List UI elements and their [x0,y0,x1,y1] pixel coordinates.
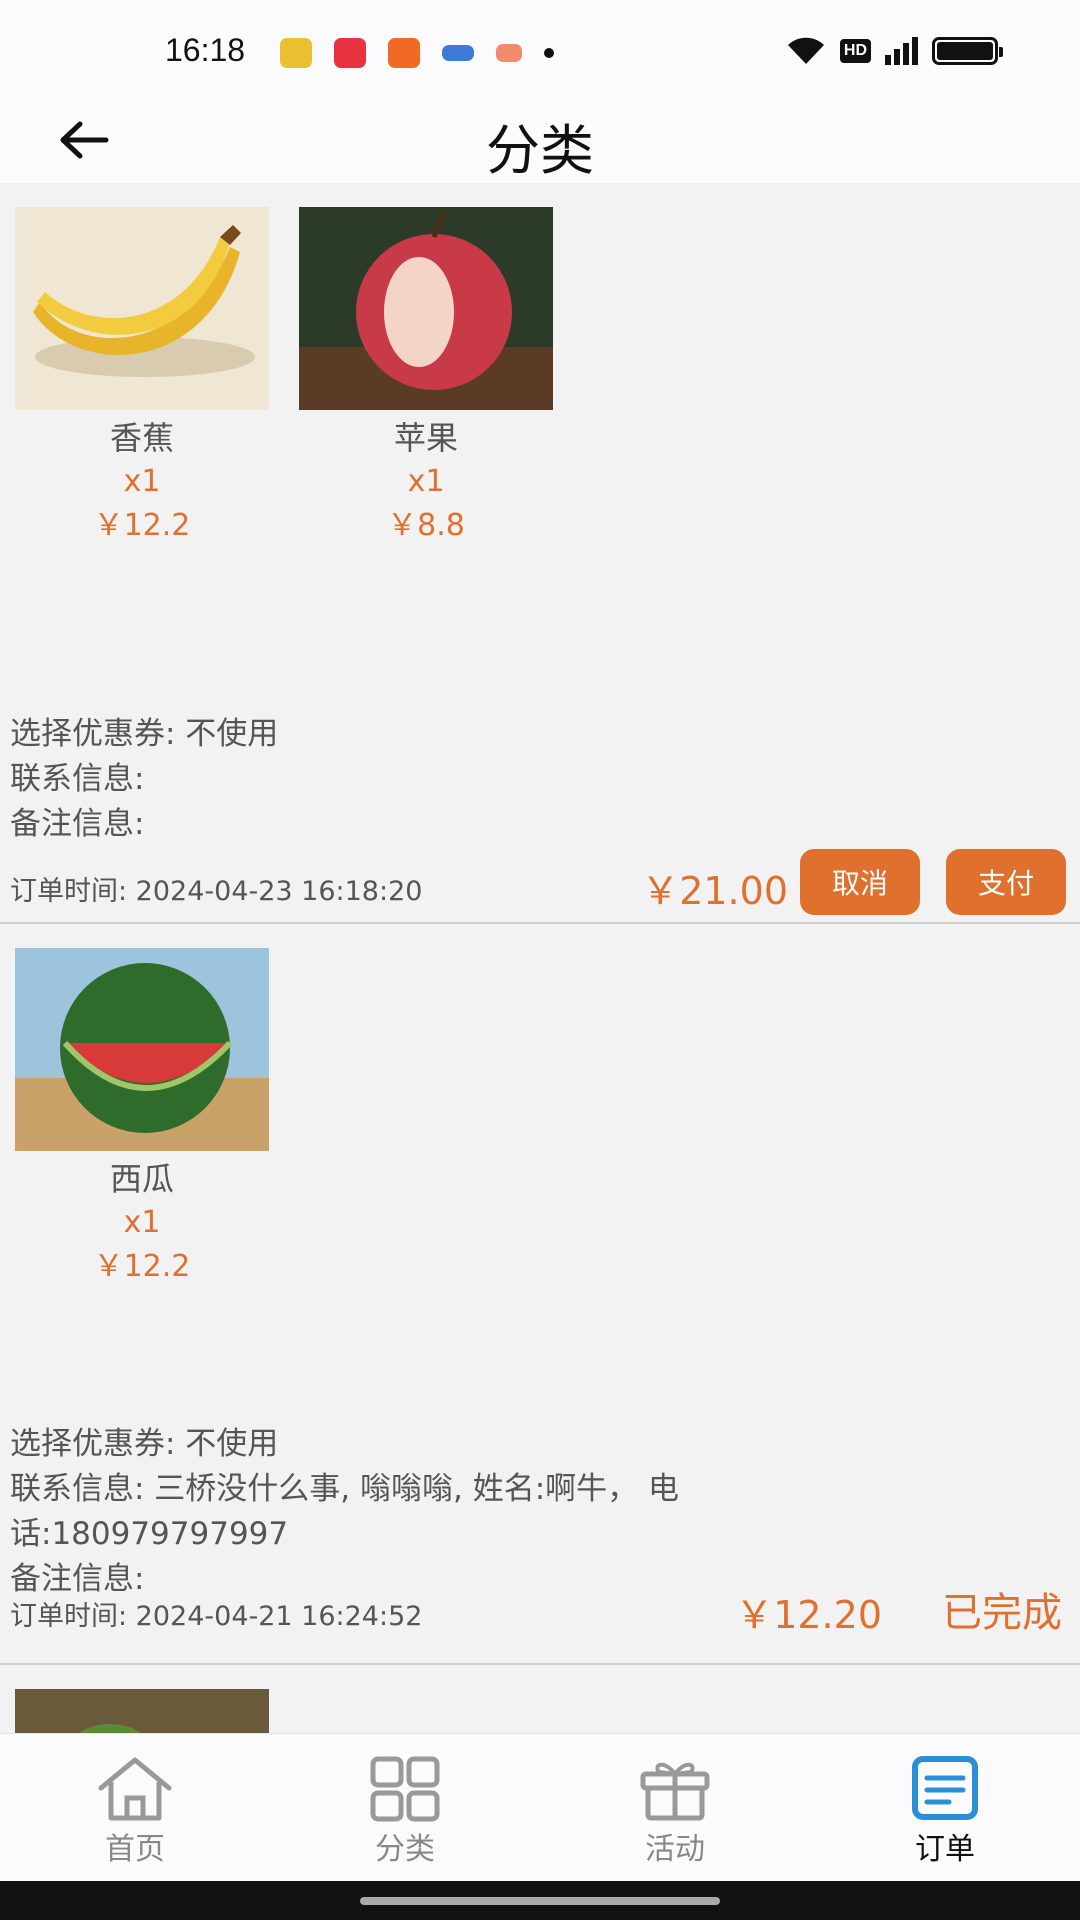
order-info: 选择优惠券: 不使用 联系信息: 备注信息: [10,712,870,847]
app-notification-icon [334,38,366,68]
nav-label: 首页 [105,1832,165,1867]
nav-item-category[interactable]: 分类 [270,1734,540,1881]
nav-label: 分类 [375,1832,435,1867]
contact-info: 联系信息: 三桥没什么事, 嗡嗡嗡, 姓名:啊牛， 电话:18097979799… [10,1471,680,1552]
app-notification-icon [280,38,312,68]
grid-icon [365,1756,445,1822]
order-list[interactable]: 香蕉 x1 ￥12.2 苹果 x1 ￥8.8 选择优惠券: 不使用 联系信息: [0,183,1080,1733]
app-notification-icon [496,44,522,62]
pay-button[interactable]: 支付 [946,849,1066,915]
nav-item-orders[interactable]: 订单 [810,1734,1080,1881]
watermelon-image [15,948,269,1151]
order-total: ￥21.00 [641,869,788,913]
product-quantity: x1 [123,1205,161,1240]
app-header: 分类 [0,100,1080,183]
order-card: 香蕉 x1 ￥12.2 苹果 x1 ￥8.8 选择优惠券: 不使用 联系信息: [0,183,1080,924]
product-price: ￥12.2 [93,508,191,543]
order-status: 已完成 [942,1590,1062,1636]
app-notification-icon [442,45,474,61]
product-image [15,1689,269,1733]
product-quantity: x1 [123,464,161,499]
home-icon [95,1756,175,1822]
notification-icons [280,38,554,68]
status-time: 16:18 [165,32,246,68]
product-name: 香蕉 [109,419,174,457]
status-bar: 16:18 HD [0,0,1080,100]
order-products: 香蕉 x1 ￥12.2 苹果 x1 ￥8.8 [15,207,553,548]
gesture-handle[interactable] [360,1897,720,1905]
hd-badge: HD [839,39,871,63]
nav-label: 订单 [915,1832,975,1867]
cancel-button[interactable]: 取消 [800,849,920,915]
nav-item-activity[interactable]: 活动 [540,1734,810,1881]
signal-icon [885,37,918,65]
order-info: 选择优惠券: 不使用 联系信息: 三桥没什么事, 嗡嗡嗡, 姓名:啊牛， 电话:… [10,1422,870,1602]
wifi-icon [786,36,826,66]
banana-image [15,207,269,410]
battery-icon [932,37,1003,65]
gesture-bar [0,1881,1080,1920]
more-notifications-icon [544,48,554,58]
coupon-info: 选择优惠券: 不使用 [10,716,279,752]
order-card: 西瓜 x1 ￥12.2 选择优惠券: 不使用 联系信息: 三桥没什么事, 嗡嗡嗡… [0,924,1080,1665]
order-products: 西瓜 x1 ￥12.2 [15,948,269,1289]
product-item[interactable]: 西瓜 x1 ￥12.2 [15,948,269,1289]
product-quantity: x1 [407,464,445,499]
app-notification-icon [388,38,420,68]
gift-icon [635,1756,715,1822]
product-item[interactable]: 香蕉 x1 ￥12.2 [15,207,269,548]
nav-label: 活动 [645,1832,705,1867]
system-icons: HD [786,36,1003,66]
order-total: ￥12.20 [735,1593,882,1637]
order-time: 订单时间: 2024-04-23 16:18:20 [10,876,423,907]
product-price: ￥12.2 [93,1249,191,1284]
order-card [0,1665,1080,1733]
order-time: 订单时间: 2024-04-21 16:24:52 [10,1601,423,1632]
order-icon [905,1756,985,1822]
product-price: ￥8.8 [387,508,465,543]
apple-image [299,207,553,410]
bottom-navigation: 首页 分类 活动 订单 [0,1733,1080,1881]
page-title: 分类 [486,119,594,182]
coupon-info: 选择优惠券: 不使用 [10,1426,279,1462]
contact-info: 联系信息: [10,761,145,797]
product-name: 西瓜 [109,1160,174,1198]
product-name: 苹果 [393,419,458,457]
remark-info: 备注信息: [10,806,145,842]
product-item[interactable]: 苹果 x1 ￥8.8 [299,207,553,548]
nav-item-home[interactable]: 首页 [0,1734,270,1881]
